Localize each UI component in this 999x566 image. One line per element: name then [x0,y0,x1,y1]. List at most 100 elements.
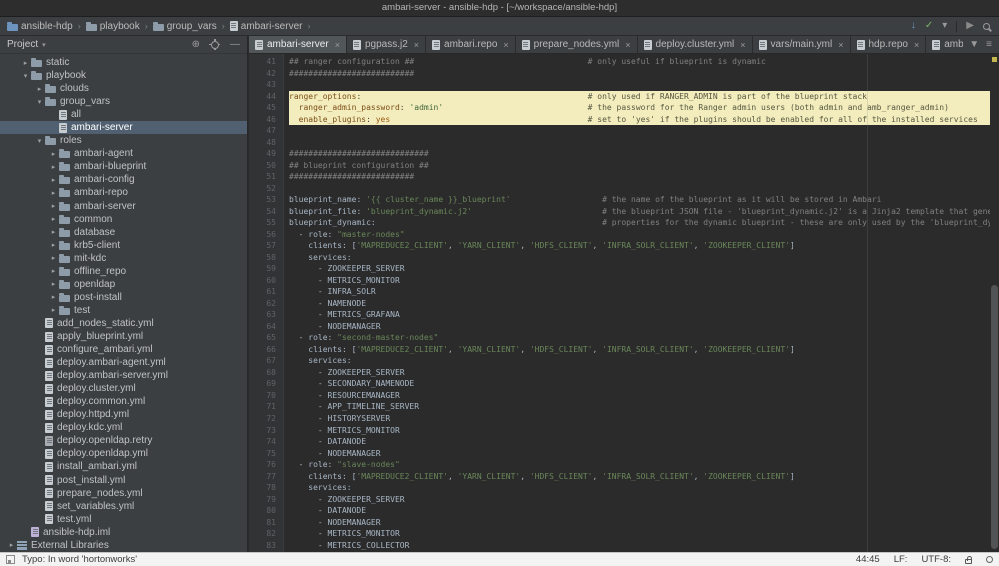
code-line[interactable]: - RESOURCEMANAGER [289,390,990,402]
code-line[interactable]: ranger_admin_password: 'admin' # the pas… [289,102,990,114]
code-line[interactable]: - DATANODE [289,436,990,448]
chevron-down-icon[interactable]: ▾ [42,41,46,49]
code-line[interactable]: - NAMENODE [289,298,990,310]
editor-body[interactable]: 4142434445464748495051525354555657585960… [249,54,999,552]
run-icon[interactable]: ▶ [966,21,974,31]
tree-item-database[interactable]: ▸database [0,226,247,239]
code-line[interactable]: - METRICS_MONITOR [289,528,990,540]
lock-icon[interactable] [965,559,972,564]
tree-item-ambari-server[interactable]: ▸ambari-server [0,200,247,213]
tab-prepare_nodes.yml[interactable]: prepare_nodes.yml× [516,36,638,53]
tree-item-post_install.yml[interactable]: post_install.yml [0,474,247,487]
chevron-right-icon[interactable]: ▸ [48,267,59,275]
code-line[interactable]: clients: ['MAPREDUCE2_CLIENT', 'YARN_CLI… [289,471,990,483]
close-icon[interactable]: × [914,40,919,50]
line-separator[interactable]: LF: [894,554,908,565]
tree-item-add_nodes_static.yml[interactable]: add_nodes_static.yml [0,317,247,330]
tabs-dropdown-icon[interactable]: ▼ [969,40,979,50]
tree-item-static[interactable]: ▸static [0,56,247,69]
close-icon[interactable]: × [740,40,745,50]
chevron-right-icon[interactable]: ▸ [34,85,45,93]
tree-item-offline_repo[interactable]: ▸offline_repo [0,265,247,278]
chevron-right-icon[interactable]: ▸ [20,59,31,67]
code-line[interactable]: - APP_TIMELINE_SERVER [289,401,990,413]
tree-item-clouds[interactable]: ▸clouds [0,82,247,95]
code-line[interactable]: services: [289,252,990,264]
hide-panel-icon[interactable]: — [230,40,240,50]
code-line[interactable]: enable_plugins: yes # set to 'yes' if th… [289,114,990,126]
tabs-list-icon[interactable]: ≡ [986,40,992,50]
chevron-right-icon[interactable]: ▸ [48,306,59,314]
tree-item-set_variables.yml[interactable]: set_variables.yml [0,500,247,513]
code-line[interactable]: - HISTORYSERVER [289,413,990,425]
code-line[interactable]: - METRICS_GRAFANA [289,309,990,321]
tree-item-deploy.ambari-server.yml[interactable]: deploy.ambari-server.yml [0,369,247,382]
code-line[interactable]: - INFRA_SOLR [289,286,990,298]
code-line[interactable]: - NODEMANAGER [289,321,990,333]
inspector-icon[interactable] [986,556,993,563]
tree-item-prepare_nodes.yml[interactable]: prepare_nodes.yml [0,487,247,500]
chevron-right-icon[interactable]: ▸ [48,228,59,236]
project-panel-title[interactable]: Project [7,39,38,50]
code-line[interactable]: - NODEMANAGER [289,517,990,529]
caret-position[interactable]: 44:45 [856,554,880,565]
code-line[interactable]: - DATANODE [289,505,990,517]
close-icon[interactable]: × [503,40,508,50]
code-line[interactable]: ########################## [289,68,990,80]
chevron-right-icon[interactable]: ▸ [48,293,59,301]
vcs-update-icon[interactable]: ↓ [911,21,916,31]
tab-ambari-server[interactable]: ambari-server× [249,36,347,53]
tree-item-openldap[interactable]: ▸openldap [0,278,247,291]
chevron-right-icon[interactable]: ▸ [48,189,59,197]
chevron-down-icon[interactable]: ▾ [20,72,31,80]
breadcrumb-item-playbook[interactable]: playbook [84,20,142,33]
settings-icon[interactable] [211,41,219,49]
code-line[interactable] [289,137,990,149]
chevron-right-icon[interactable]: ▸ [48,215,59,223]
code-line[interactable]: - METRICS_COLLECTOR [289,540,990,552]
locate-icon[interactable]: ⊕ [192,40,200,50]
tree-item-common[interactable]: ▸common [0,213,247,226]
tree-item-deploy.kdc.yml[interactable]: deploy.kdc.yml [0,421,247,434]
breadcrumb-item-ansible-hdp[interactable]: ansible-hdp [5,20,75,33]
editor-scrollbar[interactable] [990,54,999,552]
tree-item-External Libraries[interactable]: ▸External Libraries [0,539,247,552]
toolwindow-toggle-icon[interactable] [6,555,15,564]
code-line[interactable]: - ZOOKEEPER_SERVER [289,263,990,275]
close-icon[interactable]: × [335,40,340,50]
code-line[interactable]: - ZOOKEEPER_SERVER [289,367,990,379]
code-line[interactable] [289,125,990,137]
chevron-down-icon[interactable]: ▾ [34,98,45,106]
tree-item-test[interactable]: ▸test [0,304,247,317]
scrollbar-thumb[interactable] [991,285,998,549]
code-line[interactable]: ############################# [289,148,990,160]
tree-item-mit-kdc[interactable]: ▸mit-kdc [0,252,247,265]
code-line[interactable]: - ZOOKEEPER_SERVER [289,494,990,506]
tree-item-apply_blueprint.yml[interactable]: apply_blueprint.yml [0,330,247,343]
vcs-commit-icon[interactable]: ✓ [925,21,933,31]
tab-deploy.cluster.yml[interactable]: deploy.cluster.yml× [638,36,753,53]
tree-item-all[interactable]: all [0,108,247,121]
code-line[interactable]: ## blueprint configuration ## [289,160,990,172]
tree-item-configure_ambari.yml[interactable]: configure_ambari.yml [0,343,247,356]
chevron-right-icon[interactable]: ▸ [48,163,59,171]
tree-item-deploy.openldap.retry[interactable]: deploy.openldap.retry [0,434,247,447]
chevron-right-icon[interactable]: ▸ [48,150,59,158]
tree-item-ambari-server[interactable]: ambari-server [0,121,247,134]
tree-item-install_ambari.yml[interactable]: install_ambari.yml [0,460,247,473]
code-line[interactable]: - METRICS_MONITOR [289,275,990,287]
code-line[interactable]: - METRICS_MONITOR [289,425,990,437]
warning-stripe-mark[interactable] [992,57,997,62]
chevron-right-icon[interactable]: ▸ [48,254,59,262]
tree-item-ansible-hdp.iml[interactable]: ansible-hdp.iml [0,526,247,539]
code-line[interactable]: clients: ['MAPREDUCE2_CLIENT', 'YARN_CLI… [289,240,990,252]
code-line[interactable]: blueprint_name: '{{ cluster_name }}_blue… [289,194,990,206]
tree-item-krb5-client[interactable]: ▸krb5-client [0,239,247,252]
tree-item-deploy.cluster.yml[interactable]: deploy.cluster.yml [0,382,247,395]
code-line[interactable]: - NODEMANAGER [289,448,990,460]
tree-item-ambari-blueprint[interactable]: ▸ambari-blueprint [0,160,247,173]
chevron-right-icon[interactable]: ▸ [48,176,59,184]
tree-item-ambari-config[interactable]: ▸ambari-config [0,173,247,186]
close-icon[interactable]: × [414,40,419,50]
code-line[interactable] [289,183,990,195]
